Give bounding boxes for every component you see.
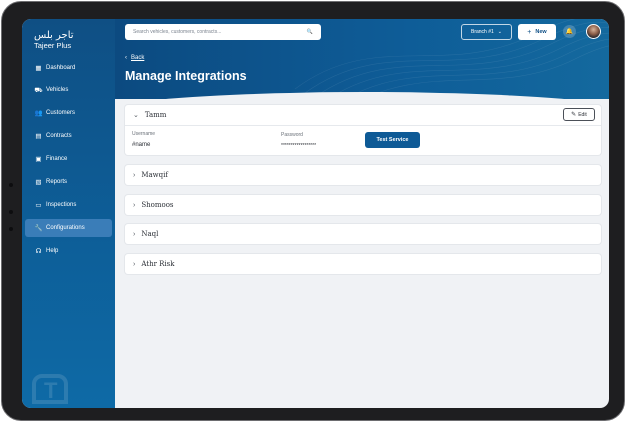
chevron-down-icon: ⌄ [133,112,139,119]
panel-header[interactable]: › Athr Risk [133,254,175,274]
sidebar-item-label: Configurations [46,225,85,231]
finance-icon: ▣ [35,156,42,163]
sidebar-item-configurations[interactable]: 🔧 Configurations [25,219,112,237]
sensor-dot [9,210,13,214]
car-icon: ⛟ [34,86,43,94]
wrench-icon: 🔧 [34,225,43,232]
username-label: Username [132,131,156,137]
sidebar-item-help[interactable]: ☊ Help [25,242,112,260]
panel-header[interactable]: › Shomoos [133,195,174,215]
chevron-right-icon: › [133,171,136,179]
integration-name: Mawqif [141,171,168,179]
header-banner: Search vehicles, customers, contracts...… [115,19,609,99]
reports-icon: ▧ [35,179,42,186]
chevron-right-icon: › [133,230,136,238]
camera-dot [9,183,13,187]
password-value: ****************** [281,143,317,149]
integration-name: Naql [141,230,159,238]
sidebar-item-customers[interactable]: 👥 Customers [25,104,112,122]
integration-panel-shomoos[interactable]: › Shomoos [125,195,601,215]
users-icon: 👥 [34,110,43,117]
password-label: Password [281,132,303,138]
panel-header[interactable]: › Mawqif [133,165,168,185]
sidebar-item-vehicles[interactable]: ⛟ Vehicles [25,81,112,99]
bell-glyph: 🔔 [565,29,574,35]
branch-label: Branch #1 [471,29,494,35]
inspection-icon: ▭ [35,202,42,209]
plus-icon: + [527,28,532,36]
sidebar-item-contracts[interactable]: ▤ Contracts [25,127,112,145]
search-icon: 🔍 [306,29,313,35]
integration-panel-mawqif[interactable]: › Mawqif [125,165,601,185]
integration-name: Tamm [144,111,167,119]
sidebar-item-label: Inspections [46,202,77,208]
sidebar-item-label: Reports [46,179,68,185]
camera-dot [9,227,13,231]
sidebar-item-label: Help [46,248,59,254]
edit-button[interactable]: ✎ Edit [563,108,595,121]
sidebar-item-label: Finance [46,156,68,162]
test-service-button[interactable]: Test Service [365,132,420,148]
logo-arabic: تاجر بلس [34,30,74,41]
sidebar-item-dashboard[interactable]: ▦ Dashboard [25,59,112,77]
sidebar: تاجر بلس Tajeer Plus ▦ Dashboard ⛟ Vehic… [22,19,115,408]
document-icon: ▤ [35,133,42,140]
screen: تاجر بلس Tajeer Plus ▦ Dashboard ⛟ Vehic… [22,19,609,408]
username-value: #name [132,142,151,148]
sidebar-item-label: Contracts [46,133,72,139]
back-label: Back [131,55,145,61]
bell-icon[interactable]: 🔔 [563,25,576,38]
tablet-frame: تاجر بلس Tajeer Plus ▦ Dashboard ⛟ Vehic… [1,1,625,421]
main-content: Search vehicles, customers, contracts...… [115,19,609,408]
integration-panel-tamm: ⌄ Tamm ✎ Edit Username #name Password **… [125,105,601,155]
headset-icon: ☊ [35,248,42,255]
sidebar-item-finance[interactable]: ▣ Finance [25,150,112,168]
divider [125,125,601,126]
sidebar-item-inspections[interactable]: ▭ Inspections [25,196,112,214]
edit-label: Edit [578,111,587,118]
panel-header[interactable]: ⌄ Tamm [133,105,166,125]
sidebar-item-label: Customers [46,110,76,116]
chevron-left-icon: ‹ [125,55,127,61]
integration-panel-naql[interactable]: › Naql [125,224,601,244]
panel-header[interactable]: › Naql [133,224,158,244]
new-button[interactable]: + New [518,24,556,40]
logo-english: Tajeer Plus [34,41,72,50]
back-link[interactable]: ‹ Back [125,55,144,61]
sidebar-item-label: Dashboard [46,65,76,71]
chevron-down-icon: ⌄ [497,29,502,35]
page-title: Manage Integrations [125,69,247,83]
logo-watermark-icon [32,374,68,404]
search-placeholder: Search vehicles, customers, contracts... [133,29,222,35]
pencil-icon: ✎ [571,112,577,118]
branch-select[interactable]: Branch #1 ⌄ [461,24,512,40]
sidebar-item-label: Vehicles [46,87,69,93]
sidebar-item-reports[interactable]: ▧ Reports [25,173,112,191]
search-input[interactable]: Search vehicles, customers, contracts...… [125,24,321,40]
avatar[interactable] [586,24,601,39]
chevron-right-icon: › [133,260,136,268]
integration-panel-athr-risk[interactable]: › Athr Risk [125,254,601,274]
integration-name: Athr Risk [141,260,175,268]
new-button-label: New [535,29,547,35]
integration-name: Shomoos [141,201,174,209]
dashboard-icon: ▦ [35,65,42,72]
chevron-right-icon: › [133,201,136,209]
